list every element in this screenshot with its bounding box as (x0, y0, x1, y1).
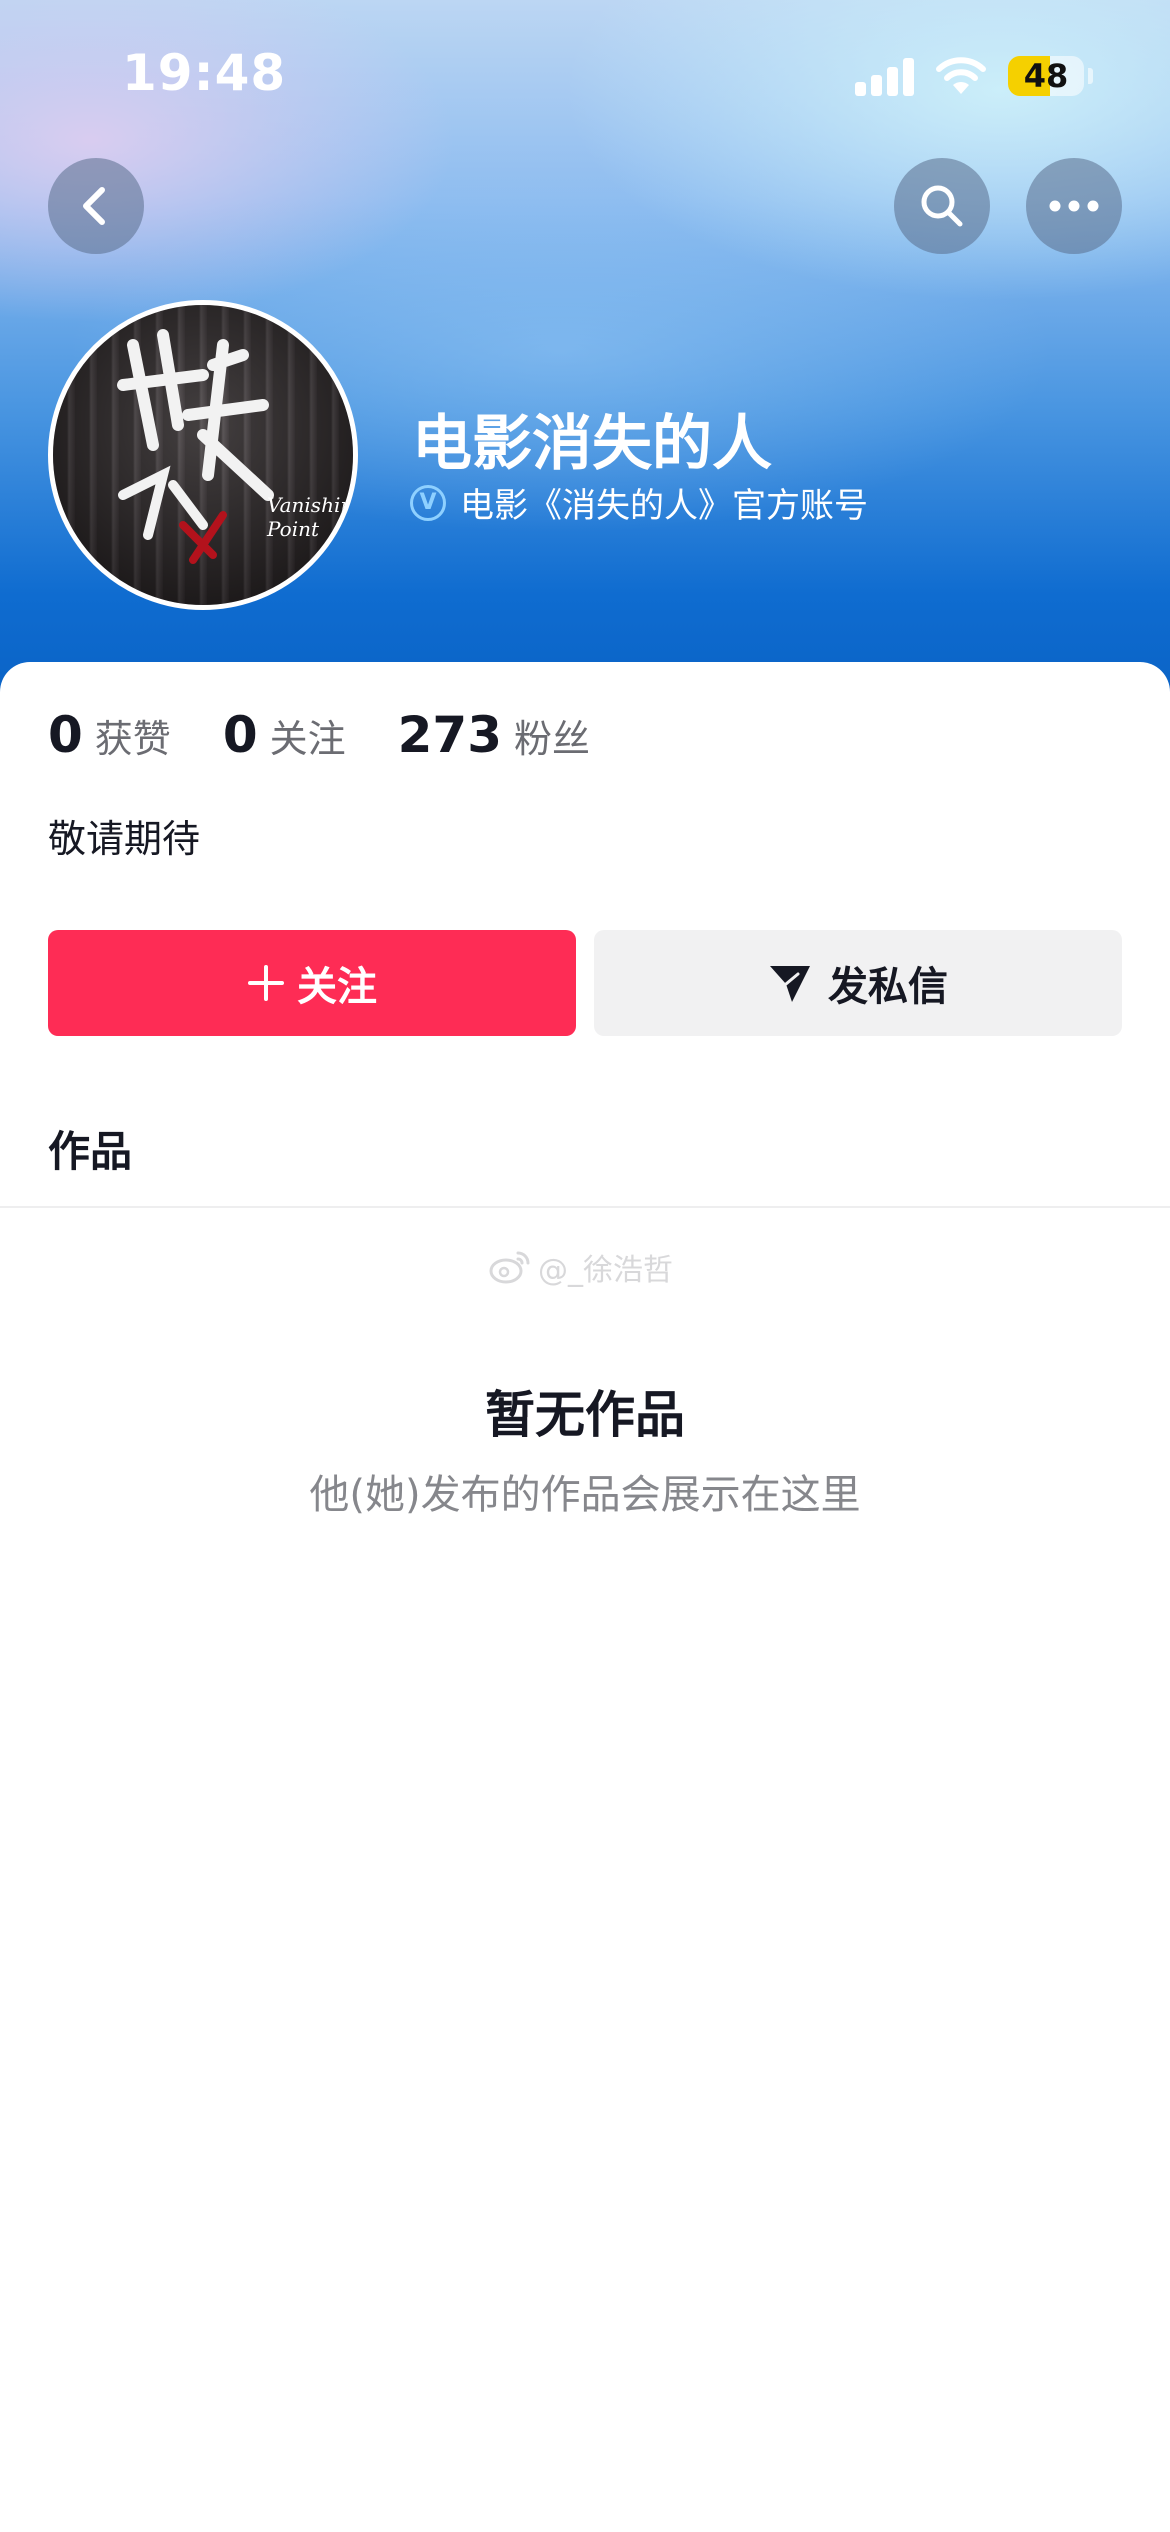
battery-level: 48 (1023, 57, 1069, 95)
weibo-icon (489, 1251, 530, 1284)
stat-label: 粉丝 (514, 717, 591, 761)
verified-badge-icon: V (410, 484, 446, 521)
avatar[interactable]: Vanishing Point (48, 300, 358, 610)
follow-button-label: 关注 (297, 964, 377, 1010)
send-message-icon (770, 966, 810, 1002)
more-dots-icon (1049, 200, 1099, 212)
stat-label: 获赞 (94, 717, 171, 761)
follow-button[interactable]: 关注 (48, 930, 576, 1036)
cellular-signal-icon (855, 58, 915, 96)
stats-row: 0 获赞 0 关注 273 粉丝 (48, 706, 642, 764)
stat-value: 273 (397, 706, 502, 764)
stat-label: 关注 (269, 717, 346, 761)
stat-value: 0 (222, 706, 258, 764)
tab-divider (0, 1206, 1170, 1208)
plus-icon (248, 965, 284, 1001)
avatar-calligraphy-graphic (117, 329, 274, 564)
status-time: 19:48 (122, 44, 287, 102)
battery-nub (1088, 68, 1093, 84)
message-button-label: 发私信 (828, 964, 948, 1010)
stat-value: 0 (48, 706, 83, 764)
verified-text: 电影《消失的人》官方账号 (460, 486, 868, 526)
tab-works[interactable]: 作品 (48, 1118, 132, 1179)
stat-following[interactable]: 0 关注 (223, 706, 346, 764)
empty-state-title: 暂无作品 (485, 1386, 685, 1444)
search-icon (921, 185, 963, 227)
back-button[interactable] (48, 158, 144, 254)
avatar-logo-text: Vanishing Point (267, 493, 358, 541)
wifi-icon (936, 57, 986, 94)
watermark: @_徐浩哲 (488, 1245, 673, 1289)
watermark-text: @_徐浩哲 (538, 1253, 673, 1288)
battery-icon: 48 (1008, 56, 1084, 96)
more-button[interactable] (1026, 158, 1122, 254)
stat-likes[interactable]: 0 获赞 (48, 706, 171, 764)
search-button[interactable] (894, 158, 990, 254)
profile-bio: 敬请期待 (48, 817, 201, 861)
stat-followers[interactable]: 273 粉丝 (398, 706, 590, 764)
verified-row: V 电影《消失的人》官方账号 (410, 478, 868, 527)
message-button[interactable]: 发私信 (594, 930, 1122, 1036)
empty-state-subtitle: 他(她)发布的作品会展示在这里 (309, 1472, 861, 1518)
profile-name: 电影消失的人 (412, 409, 772, 479)
chevron-left-icon (83, 187, 105, 225)
